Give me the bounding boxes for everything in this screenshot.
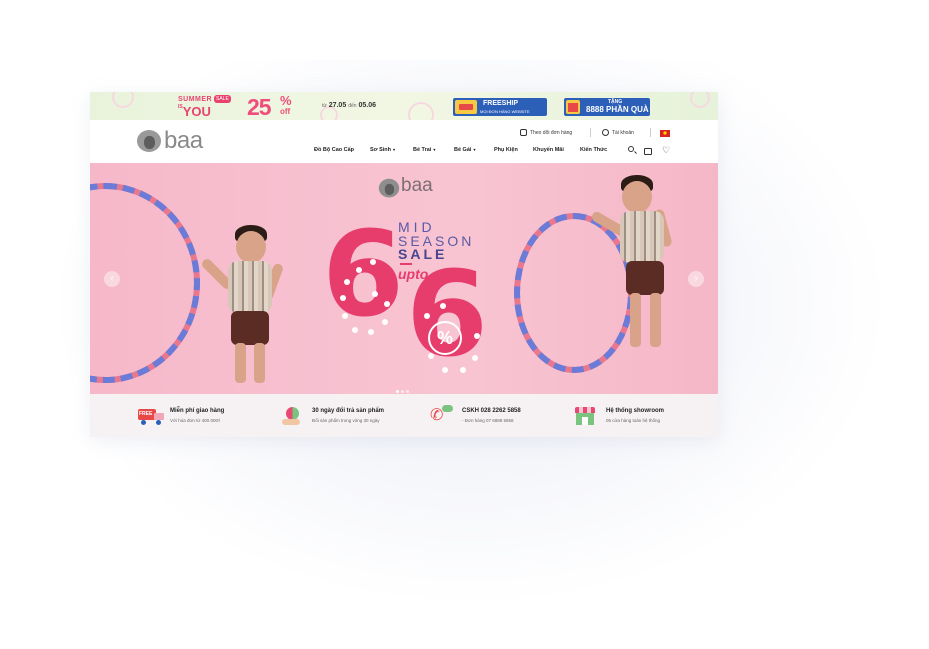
- sheep-logo-icon: [137, 130, 161, 154]
- site-logo[interactable]: baa: [137, 127, 207, 156]
- nav-do-bo-cao-cap[interactable]: Đồ Bộ Cao Cấp: [314, 147, 354, 153]
- nav-so-sinh[interactable]: Sơ Sinh ▾: [370, 147, 395, 153]
- free-truck-icon: FREE: [138, 407, 164, 425]
- nav-phu-kien[interactable]: Phụ Kiện: [494, 147, 518, 153]
- carousel-dot-3[interactable]: [406, 390, 409, 393]
- carousel-dot-1[interactable]: [396, 390, 399, 393]
- summer-you: ISYOU: [178, 104, 211, 119]
- clipboard-icon: [520, 129, 527, 136]
- carousel-next-button[interactable]: ›: [688, 271, 704, 287]
- search-icon[interactable]: [628, 146, 634, 152]
- hero-banner[interactable]: baa MID SEASON SALE upto 6 6 % ‹ ›: [90, 163, 718, 394]
- phone-icon: ✆: [430, 405, 454, 425]
- features-bar: FREE Miễn phí giao hàng Với hóa đơn từ 4…: [90, 394, 718, 437]
- sale-tag: SALE: [214, 95, 231, 103]
- sheep-logo-icon: [378, 178, 400, 199]
- nav-be-trai[interactable]: Bé Trai ▾: [413, 147, 435, 153]
- discount-suffix: % off: [280, 93, 292, 116]
- heart-icon[interactable]: ♡: [662, 146, 670, 155]
- website-screenshot: SUMMER SALE ISYOU 25 % off từ 27.05 đến …: [90, 92, 718, 437]
- percent-badge: %: [428, 321, 462, 355]
- summer-label: SUMMER: [178, 96, 213, 103]
- promo-banner[interactable]: SUMMER SALE ISYOU 25 % off từ 27.05 đến …: [90, 92, 718, 128]
- promo-dates: từ 27.05 đến 05.06: [322, 102, 377, 109]
- freeship-badge: FREESHIP MỌI ĐƠN HÀNG WEBSITE: [453, 98, 547, 116]
- big-six-left: 6: [322, 205, 405, 343]
- exchange-icon: [280, 407, 304, 425]
- discount-number: 25: [247, 94, 272, 120]
- order-tracking-link[interactable]: Theo dõi đơn hàng: [520, 129, 572, 136]
- user-icon: [602, 129, 609, 136]
- store-icon: [574, 407, 598, 425]
- carousel-dot-2[interactable]: [401, 390, 404, 393]
- summer-badge: SUMMER SALE ISYOU: [178, 95, 231, 119]
- carousel-prev-button[interactable]: ‹: [104, 271, 120, 287]
- truck-icon: [455, 100, 477, 114]
- vietnam-flag-icon[interactable]: [660, 130, 670, 137]
- carousel-dots[interactable]: [396, 380, 411, 393]
- gift-icon: [566, 100, 580, 114]
- site-header: baa Theo dõi đơn hàng Tài khoản Đồ Bộ Ca…: [90, 120, 718, 163]
- gift-badge: TẶNG 8888 PHẦN QUÀ: [564, 98, 650, 116]
- hero-logo: baa: [377, 175, 437, 199]
- account-link[interactable]: Tài khoản: [602, 129, 634, 136]
- nav-khuyen-mai[interactable]: Khuyến Mãi: [533, 147, 564, 153]
- shopping-bag-icon[interactable]: [644, 148, 652, 155]
- nav-be-gai[interactable]: Bé Gái ▾: [454, 147, 475, 153]
- nav-kien-thuc[interactable]: Kiến Thức: [580, 147, 607, 153]
